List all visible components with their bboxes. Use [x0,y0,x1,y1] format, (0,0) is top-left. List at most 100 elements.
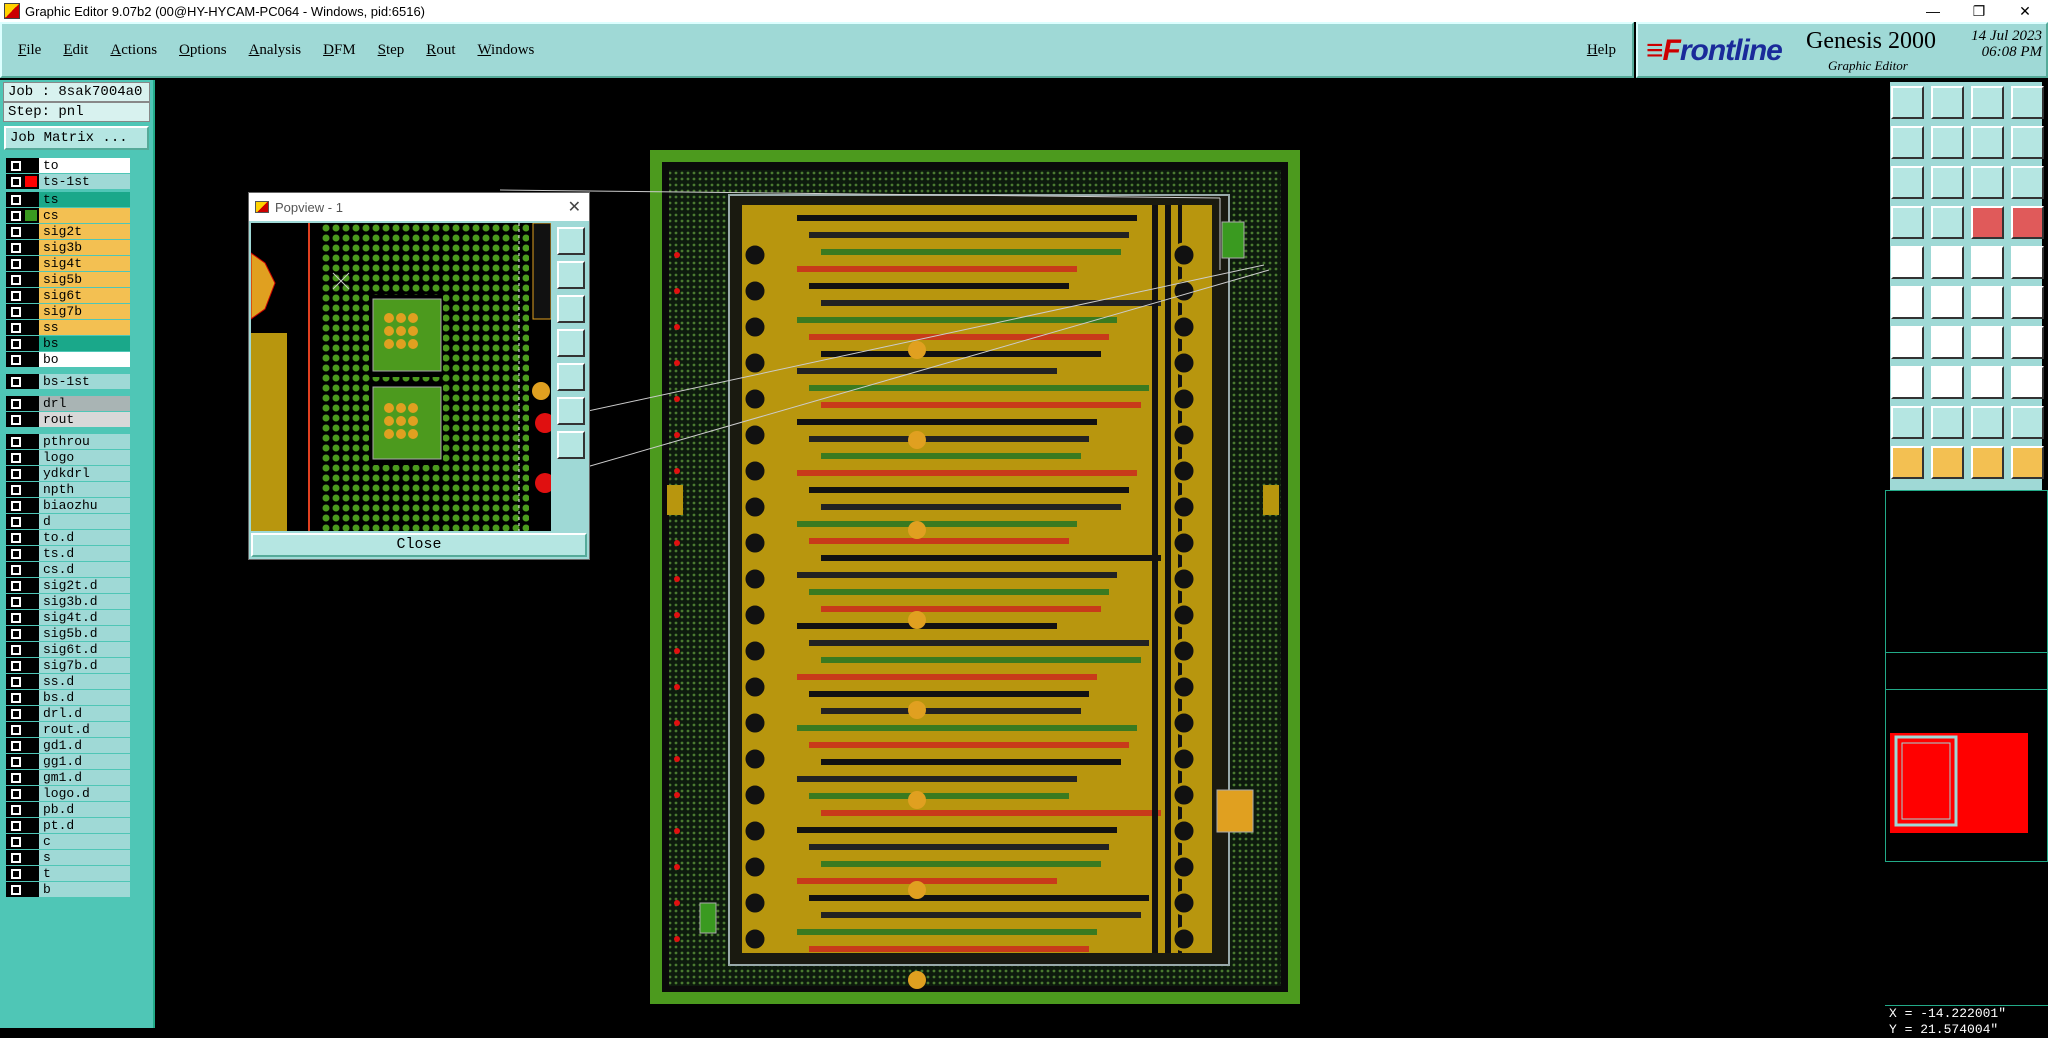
layer-name[interactable]: ss [39,320,130,335]
menu-rout[interactable]: Rout [426,42,455,59]
layer-row[interactable]: ts.d [6,546,130,561]
layer-checkbox[interactable] [11,437,21,447]
layer-row[interactable]: s [6,850,130,865]
layer-name[interactable]: to [39,158,130,173]
layer-name[interactable]: sig4t [39,256,130,271]
popview-fit-icon[interactable] [557,397,585,425]
layer-name[interactable]: drl [39,396,130,411]
cut-icon[interactable] [1931,326,1964,359]
layer-name[interactable]: ss.d [39,674,130,689]
overview-map[interactable] [1885,652,2048,862]
layer-name[interactable]: ts.d [39,546,130,561]
layer-row[interactable]: sig6t [6,288,130,303]
select-box-icon[interactable] [1931,446,1964,479]
select-icon[interactable] [1891,446,1924,479]
popview-close-button[interactable]: Close [251,533,587,557]
layer-checkbox[interactable] [11,399,21,409]
layer-checkbox[interactable] [11,613,21,623]
layer-checkbox[interactable] [11,645,21,655]
layer-checkbox[interactable] [11,501,21,511]
layer-row[interactable]: sig7b [6,304,130,319]
layer-row[interactable]: sig4t [6,256,130,271]
dimension-icon[interactable] [1971,366,2004,399]
zoom-fit-icon[interactable] [1891,166,1924,199]
layer-checkbox[interactable] [11,725,21,735]
layer-name[interactable]: pb.d [39,802,130,817]
add-pad-icon[interactable] [1891,246,1924,279]
layer-name[interactable]: sig2t.d [39,578,130,593]
select-multi-icon[interactable] [2011,446,2044,479]
scale-1-2-icon[interactable] [1971,166,2004,199]
close-window-button[interactable]: ✕ [2002,3,2048,20]
layer-checkbox[interactable] [11,581,21,591]
layer-name[interactable]: gm1.d [39,770,130,785]
layer-checkbox[interactable] [11,323,21,333]
layer-checkbox[interactable] [11,821,21,831]
layer-checkbox[interactable] [11,773,21,783]
layer-checkbox[interactable] [11,161,21,171]
layer-name[interactable]: s [39,850,130,865]
layer-checkbox[interactable] [11,885,21,895]
layer-name[interactable]: sig7b [39,304,130,319]
layer-checkbox[interactable] [11,211,21,221]
layer-row[interactable]: npth [6,482,130,497]
layer-checkbox[interactable] [11,709,21,719]
layer-checkbox[interactable] [11,661,21,671]
menu-options[interactable]: Options [179,42,227,59]
layer-checkbox[interactable] [11,741,21,751]
layer-row[interactable]: t [6,866,130,881]
layer-row[interactable]: sig3b [6,240,130,255]
layer-row[interactable]: rout.d [6,722,130,737]
layer-color-swatch[interactable] [25,176,37,187]
layer-name[interactable]: biaozhu [39,498,130,513]
triangle-alt-icon[interactable] [1931,406,1964,439]
layer-name[interactable]: gg1.d [39,754,130,769]
layer-row[interactable]: pb.d [6,802,130,817]
layer-row[interactable]: bs [6,336,130,351]
layer-name[interactable]: cs.d [39,562,130,577]
layer-checkbox[interactable] [11,805,21,815]
net-highlight-icon[interactable] [2011,206,2044,239]
triangle-b-icon[interactable] [2011,406,2044,439]
layer-row[interactable]: to [6,158,130,173]
layer-name[interactable]: sig2t [39,224,130,239]
help-query-icon[interactable] [2011,166,2044,199]
layer-name[interactable]: t [39,866,130,881]
layer-row[interactable]: sig5b.d [6,626,130,641]
layer-name[interactable]: logo.d [39,786,130,801]
triangle-a-icon[interactable] [1971,406,2004,439]
layer-checkbox[interactable] [11,339,21,349]
layer-checkbox[interactable] [11,869,21,879]
layer-name[interactable]: rout.d [39,722,130,737]
layer-name[interactable]: ydkdrl [39,466,130,481]
layer-row[interactable]: drl [6,396,130,411]
layer-name[interactable]: sig3b.d [39,594,130,609]
copy-icon[interactable] [2011,366,2044,399]
layer-name[interactable]: bs.d [39,690,130,705]
layer-checkbox[interactable] [11,469,21,479]
layer-row[interactable]: sig4t.d [6,610,130,625]
layer-row[interactable]: d [6,514,130,529]
layer-row[interactable]: pt.d [6,818,130,833]
layer-row[interactable]: gd1.d [6,738,130,753]
layer-checkbox[interactable] [11,453,21,463]
layout-icon[interactable] [2011,86,2044,119]
menu-actions[interactable]: Actions [110,42,157,59]
pan-icon[interactable] [1931,166,1964,199]
layer-name[interactable]: pt.d [39,818,130,833]
layer-name[interactable]: sig6t.d [39,642,130,657]
popview-window[interactable]: Popview - 1 ✕ Close [248,192,590,560]
layer-checkbox[interactable] [11,629,21,639]
layer-row[interactable]: gg1.d [6,754,130,769]
graphic-canvas[interactable]: Popview - 1 ✕ Close [157,80,1883,1028]
layer-name[interactable]: ts [39,192,130,207]
layer-row[interactable]: sig3b.d [6,594,130,609]
layer-row[interactable]: logo.d [6,786,130,801]
layer-name[interactable]: gd1.d [39,738,130,753]
layer-checkbox[interactable] [11,275,21,285]
delete-icon[interactable] [1931,286,1964,319]
layer-name[interactable]: rout [39,412,130,427]
layer-row[interactable]: ss.d [6,674,130,689]
layer-row[interactable]: cs.d [6,562,130,577]
layer-name[interactable]: pthrou [39,434,130,449]
